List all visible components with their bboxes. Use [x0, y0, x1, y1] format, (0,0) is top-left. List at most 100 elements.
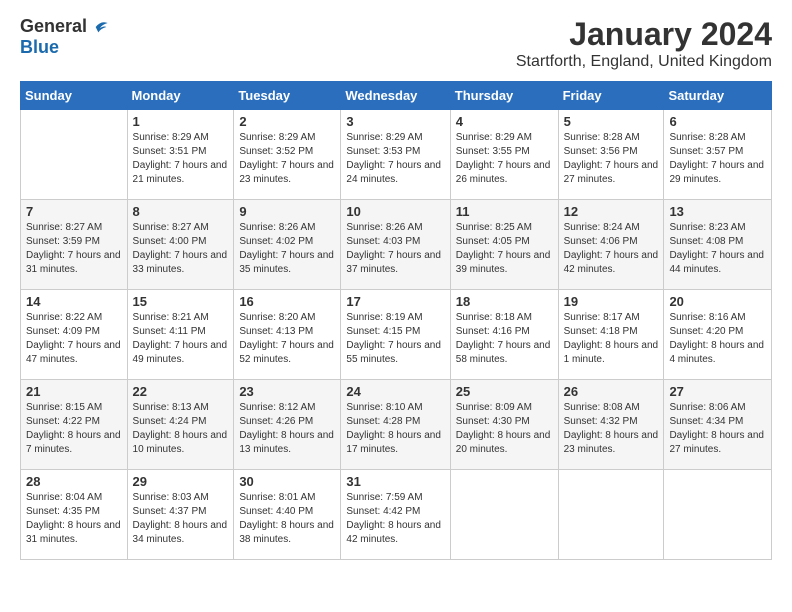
calendar-cell	[21, 110, 128, 200]
calendar-cell: 7Sunrise: 8:27 AMSunset: 3:59 PMDaylight…	[21, 200, 128, 290]
calendar-cell: 15 Sunrise: 8:21 AMSunset: 4:11 PMDayligh…	[127, 290, 234, 380]
calendar-cell: 21 Sunrise: 8:15 AMSunset: 4:22 PMDayligh…	[21, 380, 128, 470]
header-monday: Monday	[127, 82, 234, 110]
calendar-cell: 13 Sunrise: 8:23 AMSunset: 4:08 PMDayligh…	[664, 200, 772, 290]
day-number: 21	[26, 384, 122, 399]
day-number: 11	[456, 204, 553, 219]
logo-bird-icon	[89, 17, 109, 37]
day-info: Sunrise: 8:26 AMSunset: 4:02 PMDaylight:…	[239, 221, 335, 277]
title-section: January 2024 Startforth, England, United…	[516, 16, 772, 71]
calendar-cell: 18 Sunrise: 8:18 AMSunset: 4:16 PMDayligh…	[450, 290, 558, 380]
day-info: Sunrise: 8:29 AMSunset: 3:55 PMDaylight:…	[456, 131, 553, 187]
day-info: Sunrise: 8:29 AMSunset: 3:51 PMDaylight:…	[133, 131, 229, 187]
day-info: Sunrise: 8:10 AMSunset: 4:28 PMDaylight:…	[346, 401, 444, 457]
day-info: Sunrise: 8:13 AMSunset: 4:24 PMDaylight:…	[133, 401, 229, 457]
logo-general-text: General	[20, 16, 87, 37]
day-number: 17	[346, 294, 444, 309]
calendar-cell: 23 Sunrise: 8:12 AMSunset: 4:26 PMDayligh…	[234, 380, 341, 470]
header-friday: Friday	[558, 82, 664, 110]
day-info: Sunrise: 8:29 AMSunset: 3:52 PMDaylight:…	[239, 131, 335, 187]
day-number: 14	[26, 294, 122, 309]
week-row-4: 21 Sunrise: 8:15 AMSunset: 4:22 PMDayligh…	[21, 380, 772, 470]
week-row-5: 28 Sunrise: 8:04 AMSunset: 4:35 PMDayligh…	[21, 470, 772, 560]
logo-blue-text: Blue	[20, 37, 59, 58]
header-thursday: Thursday	[450, 82, 558, 110]
day-info: Sunrise: 8:28 AMSunset: 3:57 PMDaylight:…	[669, 131, 766, 187]
logo: General Blue	[20, 16, 109, 58]
day-number: 2	[239, 114, 335, 129]
calendar-cell: 9 Sunrise: 8:26 AMSunset: 4:02 PMDaylight…	[234, 200, 341, 290]
calendar-cell: 20 Sunrise: 8:16 AMSunset: 4:20 PMDayligh…	[664, 290, 772, 380]
day-number: 24	[346, 384, 444, 399]
day-info: Sunrise: 8:29 AMSunset: 3:53 PMDaylight:…	[346, 131, 444, 187]
day-number: 26	[564, 384, 659, 399]
day-info: Sunrise: 8:27 AMSunset: 4:00 PMDaylight:…	[133, 221, 229, 277]
day-info: Sunrise: 7:59 AMSunset: 4:42 PMDaylight:…	[346, 491, 444, 547]
calendar-cell: 14 Sunrise: 8:22 AMSunset: 4:09 PMDayligh…	[21, 290, 128, 380]
day-info: Sunrise: 8:25 AMSunset: 4:05 PMDaylight:…	[456, 221, 553, 277]
calendar-cell: 4 Sunrise: 8:29 AMSunset: 3:55 PMDaylight…	[450, 110, 558, 200]
day-number: 10	[346, 204, 444, 219]
day-info: Sunrise: 8:21 AMSunset: 4:11 PMDaylight:…	[133, 311, 229, 367]
calendar-cell	[558, 470, 664, 560]
day-info: Sunrise: 8:04 AMSunset: 4:35 PMDaylight:…	[26, 491, 122, 547]
day-number: 30	[239, 474, 335, 489]
header-sunday: Sunday	[21, 82, 128, 110]
week-row-3: 14 Sunrise: 8:22 AMSunset: 4:09 PMDayligh…	[21, 290, 772, 380]
day-info: Sunrise: 8:26 AMSunset: 4:03 PMDaylight:…	[346, 221, 444, 277]
header-saturday: Saturday	[664, 82, 772, 110]
header-wednesday: Wednesday	[341, 82, 450, 110]
day-number: 7	[26, 204, 122, 219]
calendar-cell: 22 Sunrise: 8:13 AMSunset: 4:24 PMDayligh…	[127, 380, 234, 470]
location-title: Startforth, England, United Kingdom	[516, 53, 772, 71]
day-number: 29	[133, 474, 229, 489]
header-row: SundayMondayTuesdayWednesdayThursdayFrid…	[21, 82, 772, 110]
day-info: Sunrise: 8:16 AMSunset: 4:20 PMDaylight:…	[669, 311, 766, 367]
day-info: Sunrise: 8:03 AMSunset: 4:37 PMDaylight:…	[133, 491, 229, 547]
day-info: Sunrise: 8:19 AMSunset: 4:15 PMDaylight:…	[346, 311, 444, 367]
week-row-1: 1 Sunrise: 8:29 AMSunset: 3:51 PMDaylight…	[21, 110, 772, 200]
day-info: Sunrise: 8:20 AMSunset: 4:13 PMDaylight:…	[239, 311, 335, 367]
calendar-cell	[664, 470, 772, 560]
day-number: 9	[239, 204, 335, 219]
day-number: 16	[239, 294, 335, 309]
day-info: Sunrise: 8:08 AMSunset: 4:32 PMDaylight:…	[564, 401, 659, 457]
day-info: Sunrise: 8:12 AMSunset: 4:26 PMDaylight:…	[239, 401, 335, 457]
day-number: 31	[346, 474, 444, 489]
calendar-cell: 12Sunrise: 8:24 AMSunset: 4:06 PMDayligh…	[558, 200, 664, 290]
calendar-cell: 25Sunrise: 8:09 AMSunset: 4:30 PMDayligh…	[450, 380, 558, 470]
header: General Blue January 2024 Startforth, En…	[20, 16, 772, 71]
calendar-cell: 2 Sunrise: 8:29 AMSunset: 3:52 PMDaylight…	[234, 110, 341, 200]
day-number: 1	[133, 114, 229, 129]
day-info: Sunrise: 8:23 AMSunset: 4:08 PMDaylight:…	[669, 221, 766, 277]
day-number: 28	[26, 474, 122, 489]
day-info: Sunrise: 8:18 AMSunset: 4:16 PMDaylight:…	[456, 311, 553, 367]
day-number: 5	[564, 114, 659, 129]
day-info: Sunrise: 8:15 AMSunset: 4:22 PMDaylight:…	[26, 401, 122, 457]
day-number: 23	[239, 384, 335, 399]
day-number: 13	[669, 204, 766, 219]
calendar-cell: 28 Sunrise: 8:04 AMSunset: 4:35 PMDayligh…	[21, 470, 128, 560]
day-number: 4	[456, 114, 553, 129]
calendar-cell: 1 Sunrise: 8:29 AMSunset: 3:51 PMDaylight…	[127, 110, 234, 200]
day-info: Sunrise: 8:24 AMSunset: 4:06 PMDaylight:…	[564, 221, 659, 277]
day-info: Sunrise: 8:22 AMSunset: 4:09 PMDaylight:…	[26, 311, 122, 367]
day-info: Sunrise: 8:09 AMSunset: 4:30 PMDaylight:…	[456, 401, 553, 457]
calendar-cell	[450, 470, 558, 560]
day-info: Sunrise: 8:17 AMSunset: 4:18 PMDaylight:…	[564, 311, 659, 367]
day-info: Sunrise: 8:28 AMSunset: 3:56 PMDaylight:…	[564, 131, 659, 187]
calendar-table: SundayMondayTuesdayWednesdayThursdayFrid…	[20, 81, 772, 560]
calendar-cell: 26 Sunrise: 8:08 AMSunset: 4:32 PMDayligh…	[558, 380, 664, 470]
day-number: 18	[456, 294, 553, 309]
day-number: 20	[669, 294, 766, 309]
calendar-cell: 19Sunrise: 8:17 AMSunset: 4:18 PMDayligh…	[558, 290, 664, 380]
week-row-2: 7Sunrise: 8:27 AMSunset: 3:59 PMDaylight…	[21, 200, 772, 290]
calendar-cell: 5 Sunrise: 8:28 AMSunset: 3:56 PMDaylight…	[558, 110, 664, 200]
calendar-cell: 3Sunrise: 8:29 AMSunset: 3:53 PMDaylight…	[341, 110, 450, 200]
day-number: 15	[133, 294, 229, 309]
calendar-cell: 30Sunrise: 8:01 AMSunset: 4:40 PMDayligh…	[234, 470, 341, 560]
calendar-cell: 11 Sunrise: 8:25 AMSunset: 4:05 PMDayligh…	[450, 200, 558, 290]
day-info: Sunrise: 8:06 AMSunset: 4:34 PMDaylight:…	[669, 401, 766, 457]
day-number: 6	[669, 114, 766, 129]
day-number: 22	[133, 384, 229, 399]
